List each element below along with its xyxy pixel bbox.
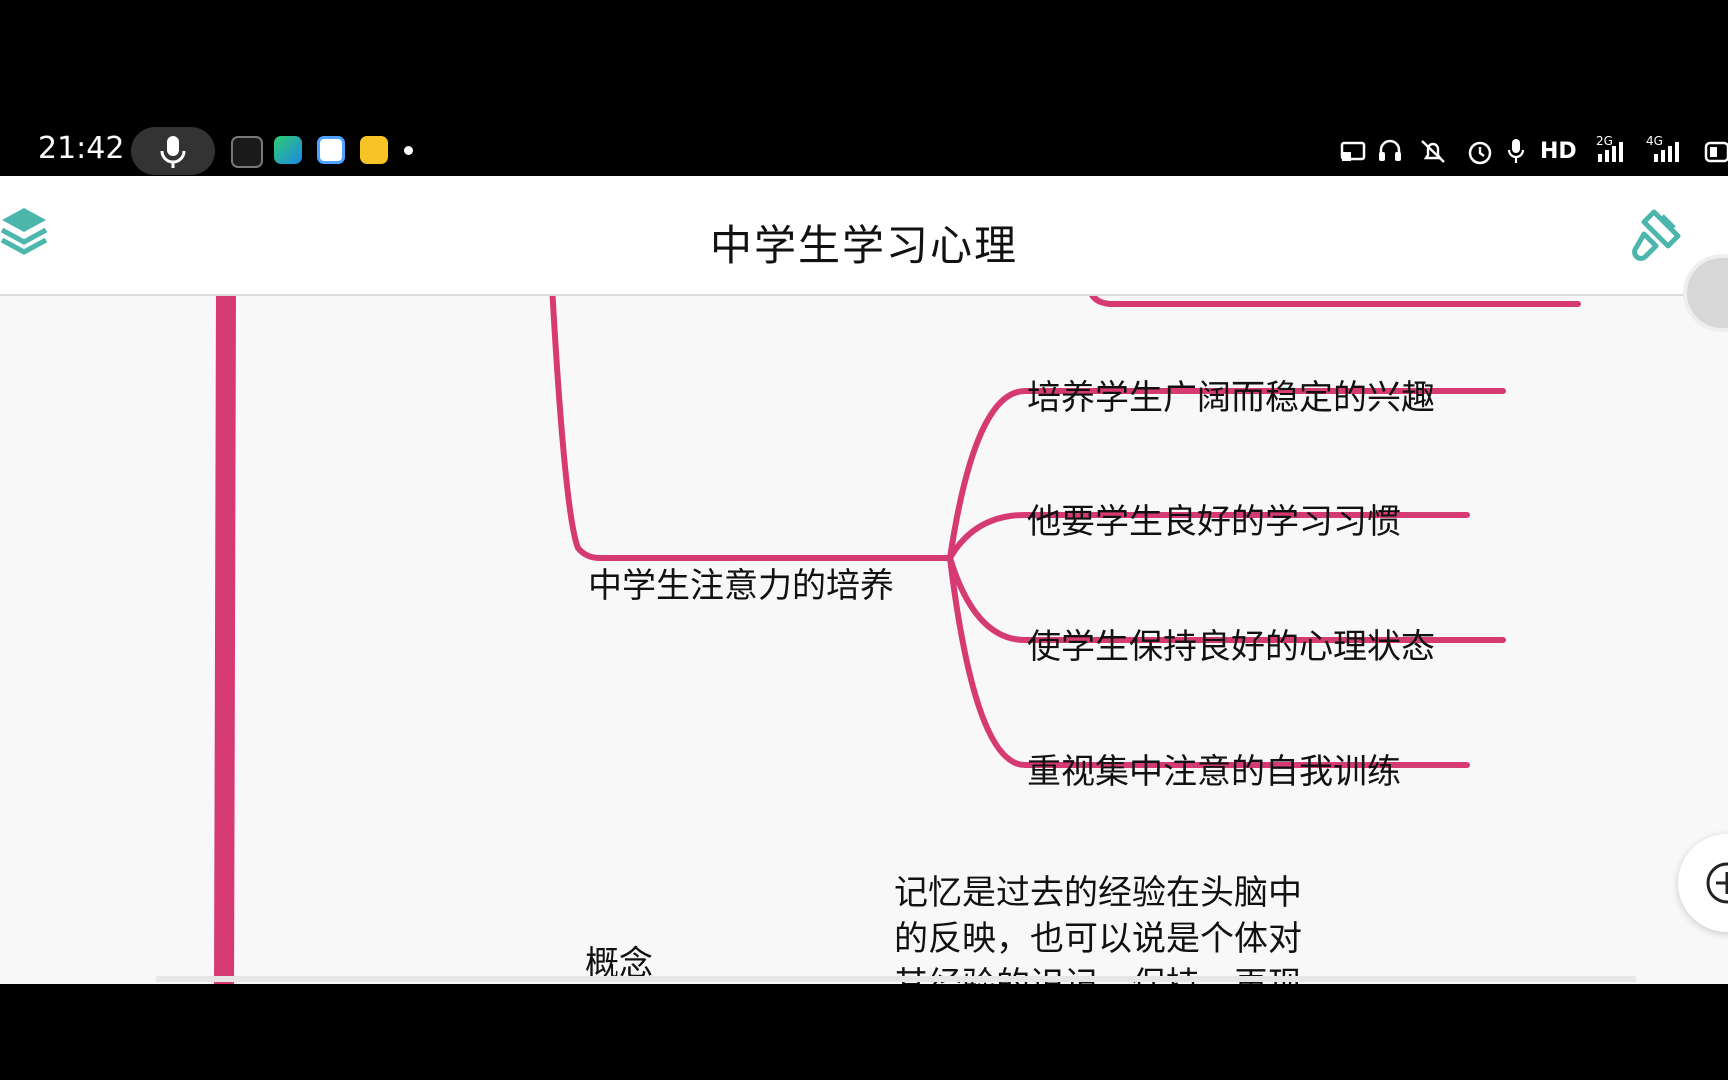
mute-icon [1421,140,1445,163]
hd-label: HD [1540,139,1577,164]
mindmap-connectors [214,296,1581,984]
mic-small-icon [1507,139,1525,163]
microphone-icon [160,136,186,168]
concept-line-1: 记忆是过去的经验在头脑中 [894,873,1302,913]
cast-icon [1340,141,1366,161]
battery-icon [1704,141,1728,163]
bottom-letterbox [0,984,1728,1080]
branch-node-attention[interactable]: 中学生注意力的培养 [588,558,894,607]
mindmap-canvas[interactable]: 中学生注意力的培养 培养学生广阔而稳定的兴趣 他要学生良好的学习习惯 使学生保持… [0,296,1728,984]
headset-icon [1379,139,1401,161]
status-time: 21:42 [38,131,125,166]
app-bar: 中学生学习心理 [0,176,1728,296]
leaf-node-interest[interactable]: 培养学生广阔而稳定的兴趣 [1027,370,1435,419]
notes-app-icon [360,136,388,164]
page-title: 中学生学习心理 [709,221,1018,270]
branch-line-top [1089,296,1581,307]
horizontal-scrollbar[interactable] [156,976,1636,982]
trunk-line [214,296,236,984]
concept-description[interactable]: 记忆是过去的经验在头脑中 的反映，也可以说是个体对 其经验的识记、保持、再现 [894,870,1344,984]
plus-circle-icon [1706,862,1728,904]
video-app-icon [274,136,302,164]
cloud-app-icon [231,136,263,168]
leaf-node-self-training[interactable]: 重视集中注意的自我训练 [1027,744,1401,793]
browser-app-icon [317,136,345,164]
concept-line-2: 的反映，也可以说是个体对 [894,919,1302,959]
leaf-node-habits[interactable]: 他要学生良好的学习习惯 [1027,494,1401,543]
mic-indicator[interactable] [131,127,215,175]
alarm-icon [1468,141,1492,165]
brush-icon[interactable] [1628,208,1686,264]
signal-4g-icon [1654,142,1679,162]
signal-2g-icon [1598,142,1623,162]
branch-line-attention [549,296,953,561]
status-bar: 21:42 HD 2G 4G [0,0,1728,176]
leaf-node-mental-state[interactable]: 使学生保持良好的心理状态 [1027,619,1435,668]
more-notifications-dot [404,146,413,155]
